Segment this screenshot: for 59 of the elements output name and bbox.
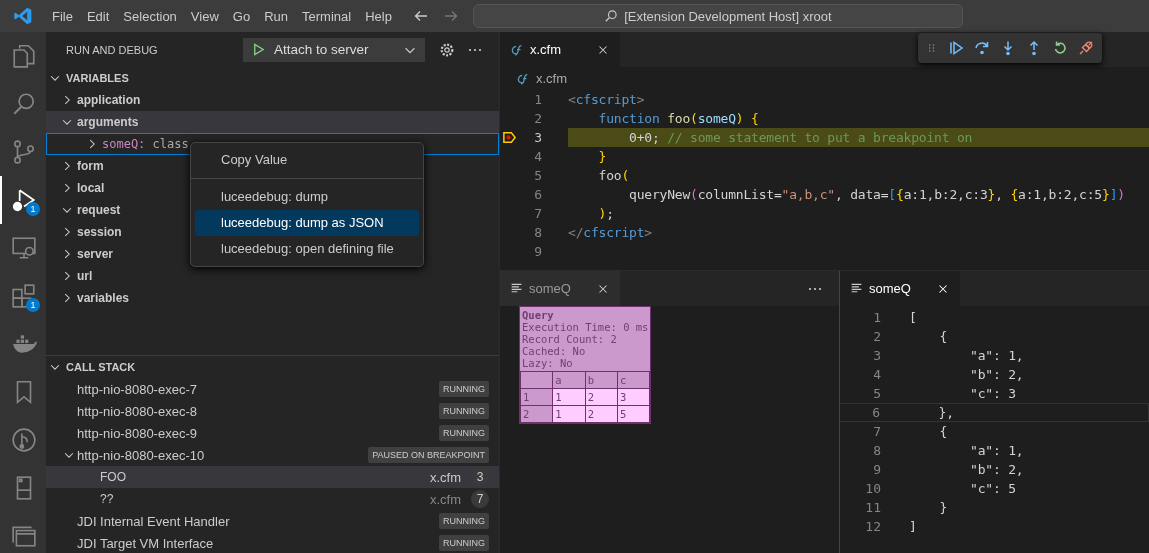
column-header: b (585, 371, 618, 389)
code-line: queryNew(columnList="a,b,c", data=[{a:1,b:2,c:3}, {a:1,b:2,c:5}]) (628, 186, 1126, 204)
line-number: 11 (864, 500, 881, 515)
code-line: { (938, 328, 949, 346)
line-number: 7 (872, 424, 881, 439)
code-line: "c": 3 (969, 385, 1017, 403)
status-badge: RUNNING (439, 535, 489, 551)
code-line: ); (597, 205, 615, 223)
code-line: }, (937, 404, 955, 422)
line-number: 4 (872, 367, 881, 382)
status-badge: RUNNING (439, 425, 489, 441)
line-number: 5 (533, 168, 542, 183)
query-detail: Execution Time: 0 ms (522, 321, 649, 333)
line-number: 7 (533, 206, 542, 221)
status-badge: RUNNING (439, 381, 489, 397)
code-line: { (938, 423, 949, 441)
line-number: 12 (864, 519, 881, 534)
query-detail: Lazy: No (522, 357, 574, 369)
code-line: "a": 1, (969, 442, 1025, 460)
status-badge: PAUSED ON BREAKPOINT (368, 447, 489, 463)
code-line: "a": 1, (969, 347, 1025, 365)
code-line: } (938, 499, 949, 517)
row-index: 1 (520, 388, 553, 406)
line-number: 1 (533, 92, 542, 107)
query-detail: Cached: No (522, 345, 587, 357)
code-line: "b": 2, (969, 461, 1025, 479)
column-header: a (552, 371, 586, 389)
notification-badge: 1 (26, 202, 40, 216)
line-number: 3 (533, 130, 542, 145)
line-number: 4 (533, 149, 542, 164)
line-number: 6 (871, 405, 880, 420)
code-line: function foo(someQ) { (597, 110, 760, 128)
code-line: ] (909, 518, 918, 536)
line-number: 8 (872, 443, 881, 458)
code-line: } (597, 148, 608, 166)
notification-badge: 1 (26, 298, 40, 312)
query-detail: Record Count: 2 (522, 333, 618, 345)
line-number: 2 (872, 329, 881, 344)
code-line: "c": 5 (969, 480, 1017, 498)
row-index: 2 (520, 405, 553, 423)
line-number: 9 (533, 244, 542, 259)
sidebar-title: RUN AND DEBUG (66, 43, 159, 56)
column-header: c (617, 371, 650, 389)
status-badge: RUNNING (439, 513, 489, 529)
code-line: "b": 2, (969, 366, 1025, 384)
line-number: 2 (533, 111, 542, 126)
line-number: 10 (864, 481, 881, 496)
code-line: <cfscript> (568, 91, 646, 109)
status-badge: RUNNING (439, 403, 489, 419)
line-number: 5 (872, 386, 881, 401)
line-number: 3 (872, 348, 881, 363)
line-number: 8 (533, 225, 542, 240)
line-number: 1 (872, 310, 881, 325)
line-number: 9 (872, 462, 881, 477)
line-number: 6 (533, 187, 542, 202)
code-line: foo( (597, 167, 631, 185)
query-title: Query (522, 309, 555, 321)
code-line: [ (909, 309, 918, 327)
code-line: </cfscript> (568, 224, 653, 242)
